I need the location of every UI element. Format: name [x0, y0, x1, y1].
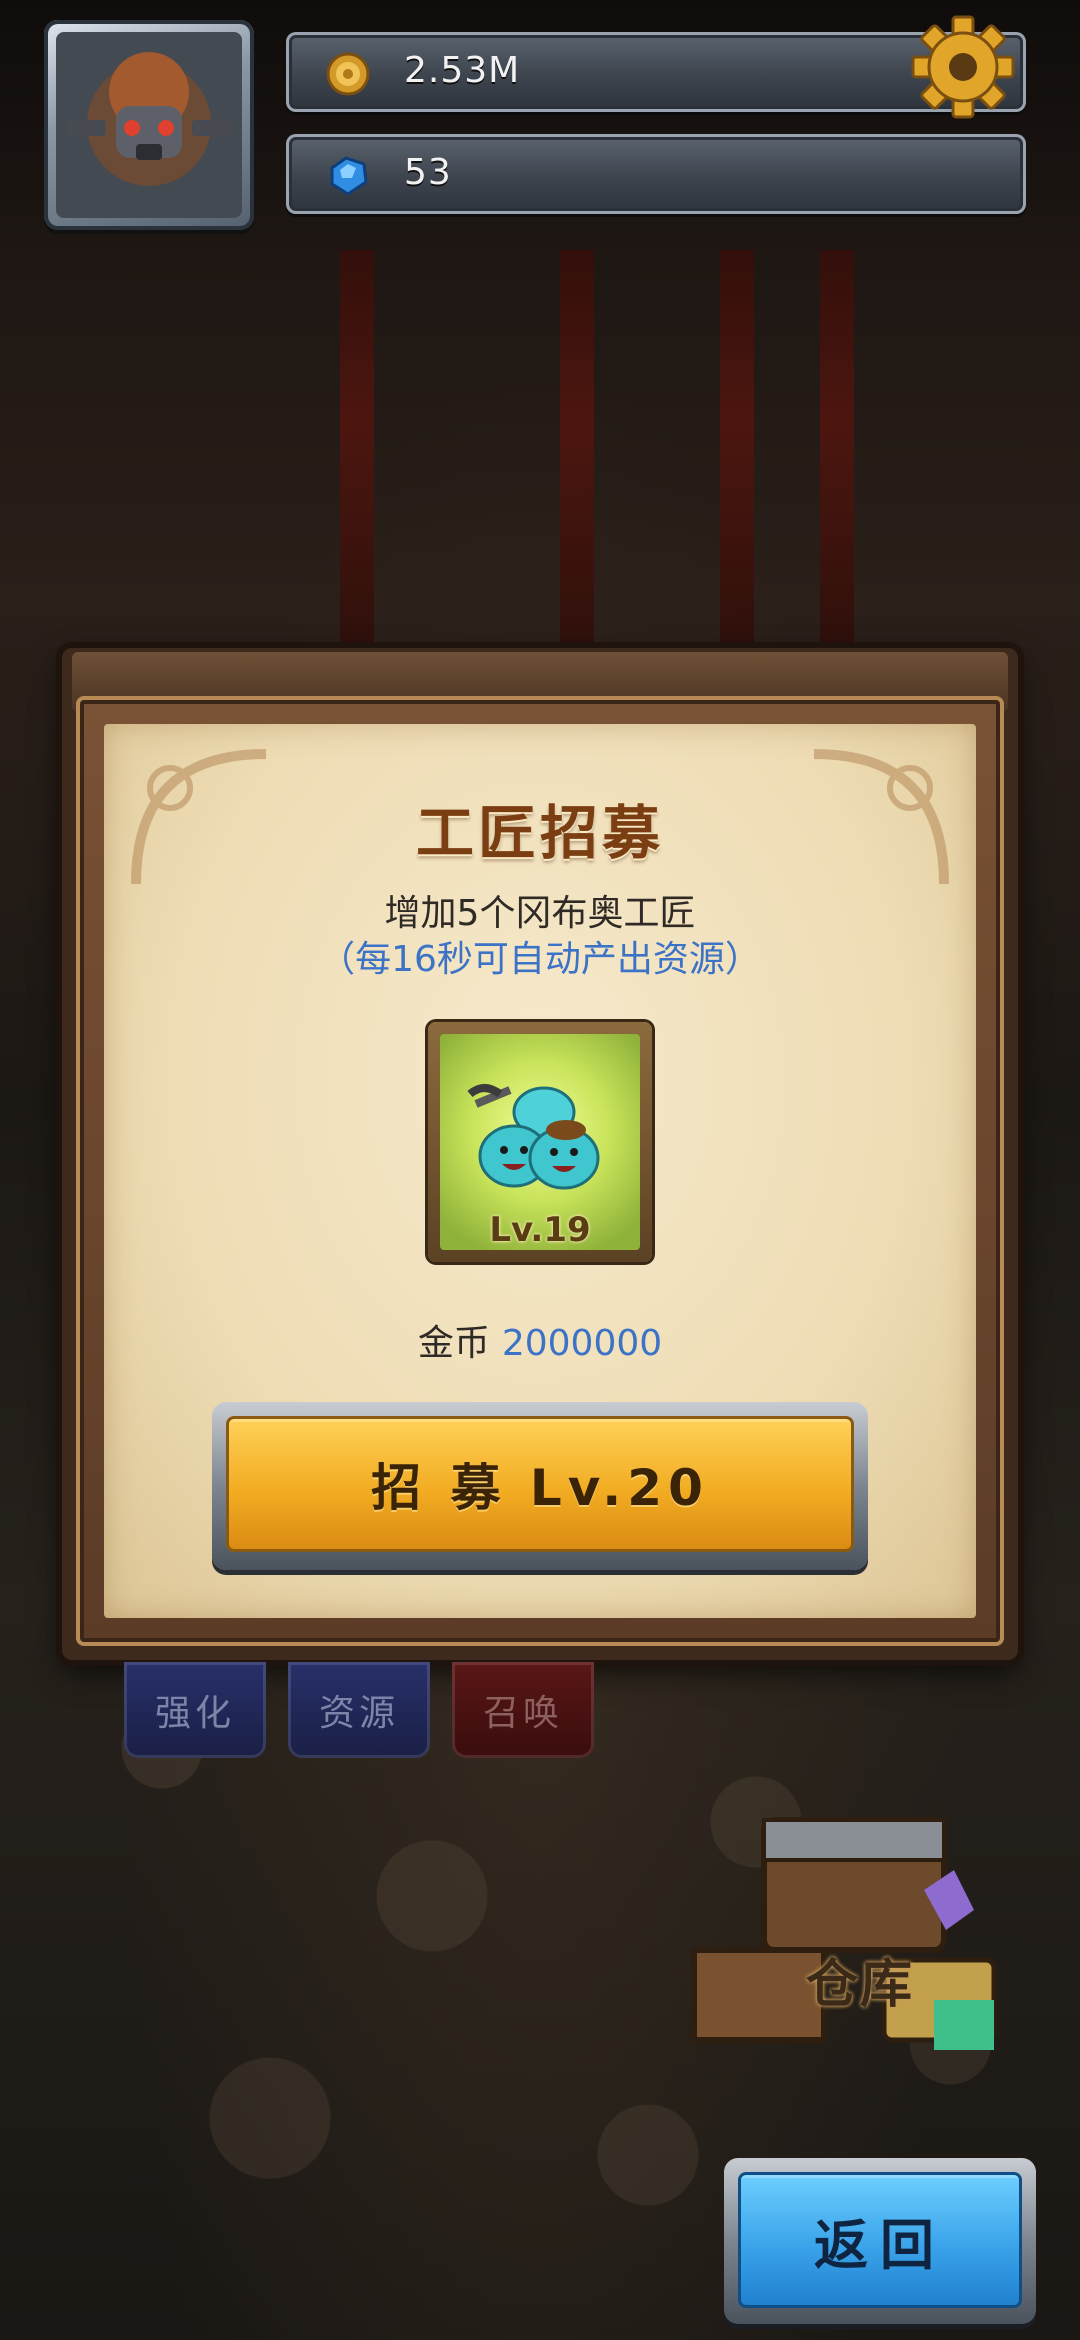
modal-title: 工匠招募 — [415, 799, 664, 867]
avatar-portrait — [56, 32, 242, 218]
back-button[interactable]: 返回 — [724, 2158, 1036, 2324]
gear-icon[interactable] — [908, 12, 1018, 122]
player-avatar[interactable] — [44, 20, 254, 230]
tab-enhance[interactable]: 强化 — [124, 1662, 266, 1758]
recruit-button-label: 招 募 Lv.20 — [371, 1459, 709, 1517]
tab-label: 资源 — [318, 1693, 399, 1734]
recruit-button-face[interactable]: 招 募 Lv.20 — [226, 1416, 854, 1552]
warehouse-chest-icon[interactable] — [684, 1800, 1014, 2060]
tab-resources[interactable]: 资源 — [288, 1662, 430, 1758]
cost-value: 2000000 — [501, 1323, 663, 1364]
back-button-label: 返回 — [814, 2213, 946, 2277]
tab-label: 强化 — [154, 1693, 235, 1734]
gem-amount: 53 — [404, 152, 452, 193]
unit-portrait: Lv.19 — [440, 1034, 640, 1250]
recruit-note: （每16秒可自动产出资源） — [319, 939, 761, 980]
coin-icon — [326, 52, 370, 96]
masked-hero-icon — [66, 52, 232, 186]
back-button-face[interactable]: 返回 — [738, 2172, 1022, 2308]
cost-label: 金币 — [417, 1323, 490, 1364]
recruit-modal: 工匠招募 增加5个冈布奥工匠 （每16秒可自动产出资源） Lv.19 金币 200… — [62, 648, 1018, 1660]
curtain-decoration — [560, 250, 594, 680]
curtain-decoration — [720, 250, 754, 680]
recruit-description: 增加5个冈布奥工匠 — [384, 893, 696, 934]
warehouse-label[interactable]: 仓库 — [806, 1942, 914, 2017]
tab-summon[interactable]: 召唤 — [452, 1662, 594, 1758]
curtain-decoration — [340, 250, 374, 680]
curtain-decoration — [820, 250, 854, 680]
unit-card: Lv.19 — [428, 1022, 652, 1262]
recruit-cost: 金币 2000000 — [62, 1314, 1018, 1366]
gem-icon — [330, 156, 368, 196]
recruit-button[interactable]: 招 募 Lv.20 — [212, 1402, 868, 1570]
unit-level: Lv.19 — [489, 1210, 591, 1250]
tab-label: 召唤 — [482, 1693, 563, 1734]
gem-resource-bar: 53 — [286, 134, 1026, 214]
gold-amount: 2.53M — [404, 50, 521, 91]
